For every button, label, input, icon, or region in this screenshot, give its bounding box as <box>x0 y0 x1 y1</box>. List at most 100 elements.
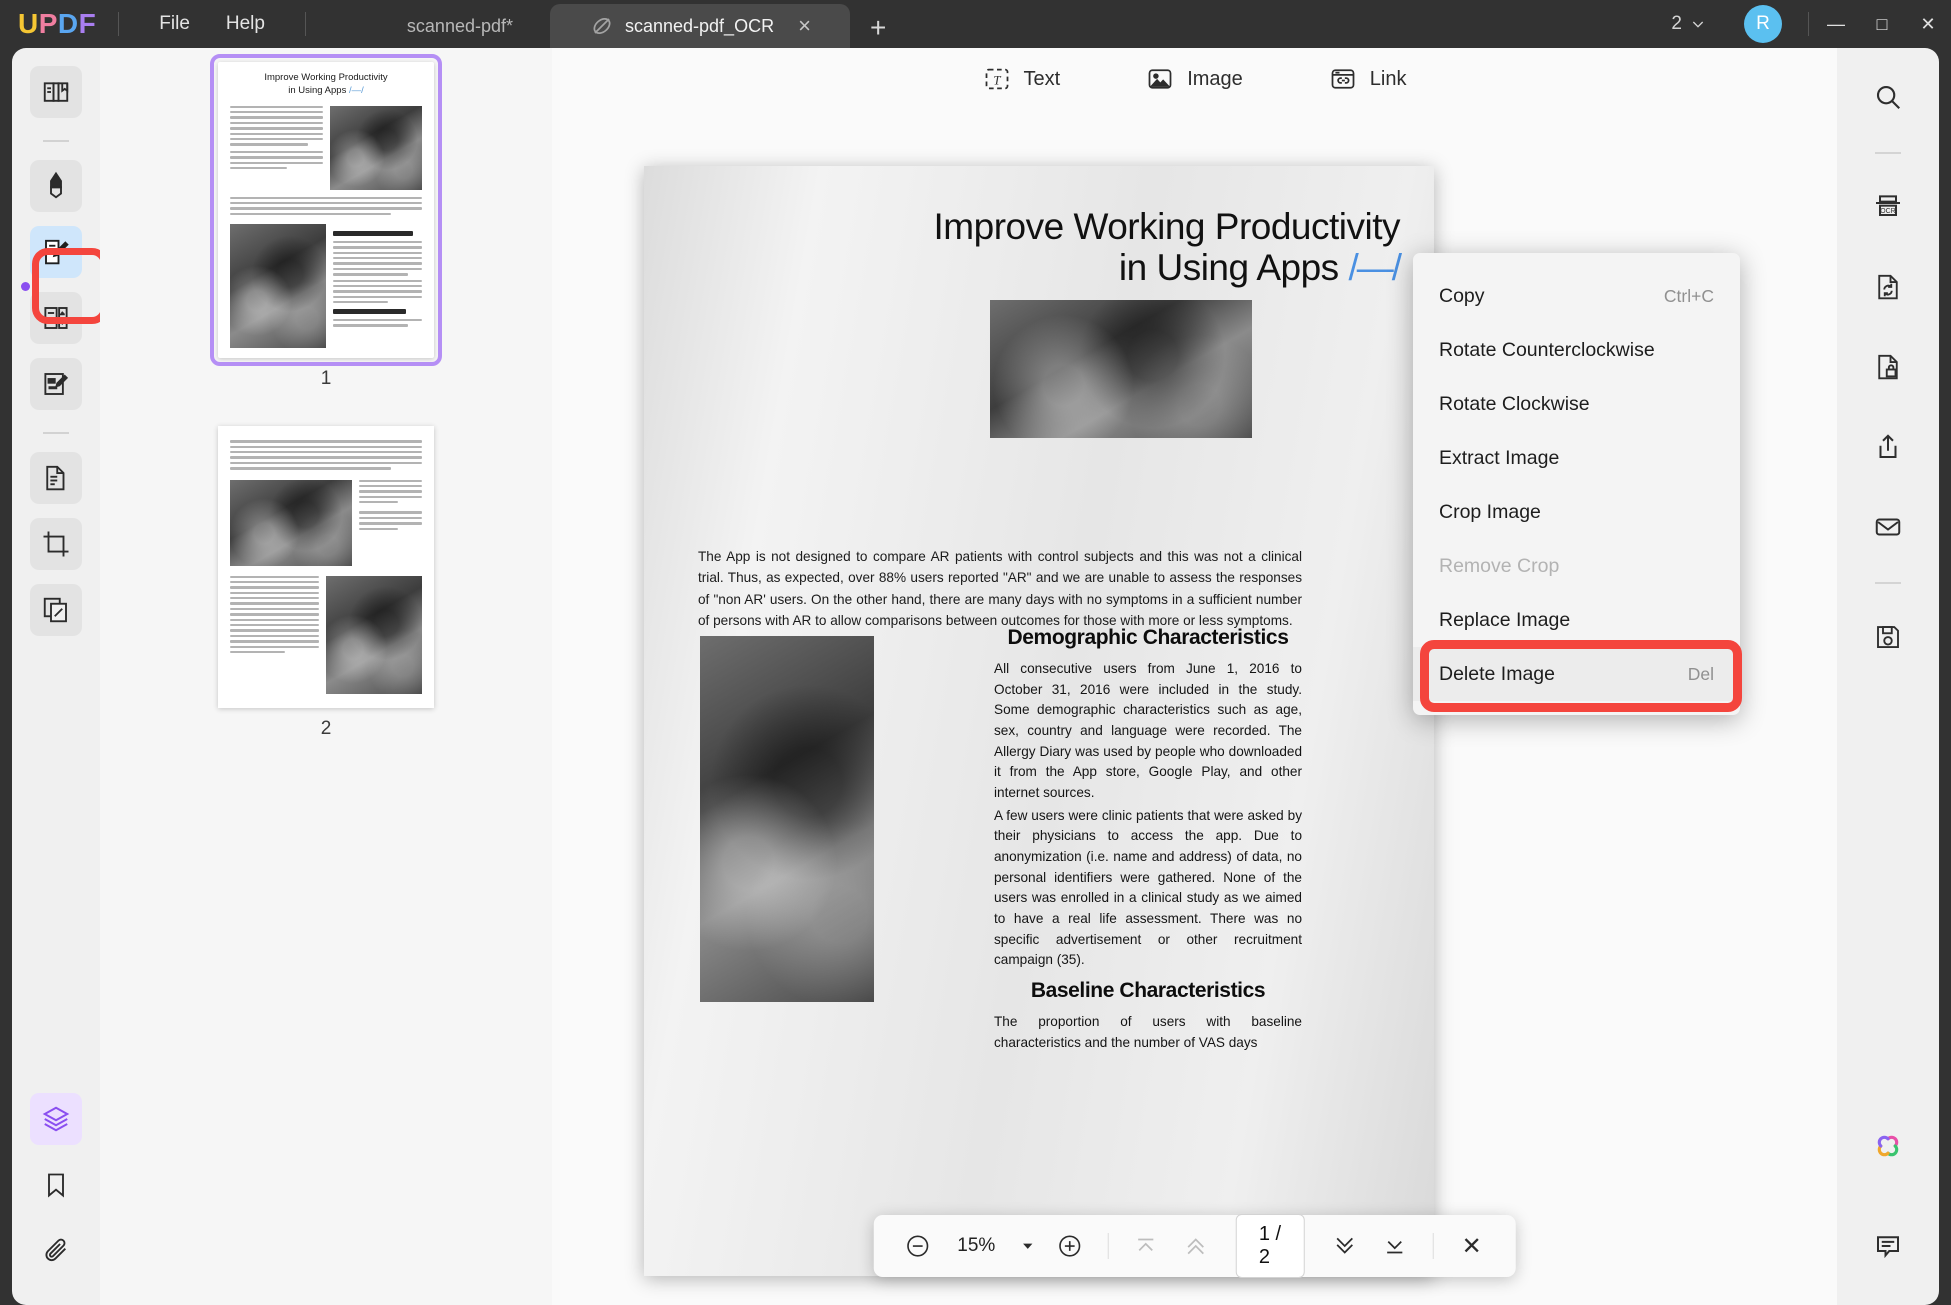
minimize-button[interactable]: — <box>1813 0 1859 48</box>
toolbar-text-label: Text <box>1023 67 1061 90</box>
page-indicator[interactable]: 1 / 2 <box>1235 1214 1306 1278</box>
previous-page-button[interactable] <box>1174 1224 1218 1268</box>
thumb-title-text: in Using Apps <box>288 84 347 96</box>
toolbar-image[interactable]: Image <box>1146 65 1243 93</box>
document-title[interactable]: Improve Working Productivity in Using Ap… <box>700 206 1402 289</box>
ocr-button[interactable]: OCR <box>1861 180 1915 234</box>
email-button[interactable] <box>1861 500 1915 554</box>
ctx-copy[interactable]: Copy Ctrl+C <box>1413 269 1740 323</box>
divider <box>304 12 306 36</box>
thumbnail-page-2[interactable] <box>218 426 434 708</box>
thumb2-paragraph-top <box>230 440 422 470</box>
updf-logo: U P D F <box>18 0 96 48</box>
thumbnail-item[interactable]: 2 <box>100 426 552 775</box>
divider <box>1107 1233 1108 1259</box>
share-upload-icon <box>1873 432 1903 462</box>
thumb2-text-col <box>359 479 422 566</box>
zoom-in-button[interactable] <box>1047 1224 1091 1268</box>
last-page-button[interactable] <box>1373 1224 1417 1268</box>
toolbar-image-label: Image <box>1187 67 1243 90</box>
toolbar-text[interactable]: T Text <box>983 65 1061 93</box>
thumb-paragraph <box>230 196 422 216</box>
zoom-level-value[interactable]: 15% <box>945 1235 1007 1257</box>
ctx-crop-image[interactable]: Crop Image <box>1413 485 1740 539</box>
thumb2-photo-2 <box>326 575 422 694</box>
save-button[interactable] <box>1861 610 1915 664</box>
convert-button[interactable] <box>1861 260 1915 314</box>
title-bar: U P D F File Help scanned-pdf* scanned-p… <box>0 0 1951 48</box>
search-button[interactable] <box>1861 70 1915 124</box>
next-page-button[interactable] <box>1323 1224 1367 1268</box>
search-icon <box>1873 82 1903 112</box>
document-photo-workspace[interactable] <box>700 636 874 1002</box>
first-page-button[interactable] <box>1124 1224 1168 1268</box>
paperclip-icon <box>42 1237 70 1265</box>
ctx-rotate-cw[interactable]: Rotate Clockwise <box>1413 377 1740 431</box>
ctx-delete-image[interactable]: Delete Image Del <box>1413 647 1740 701</box>
sidebar-item-batch[interactable] <box>30 584 82 636</box>
ctx-delete-image-label: Delete Image <box>1439 662 1555 685</box>
ctx-extract-image[interactable]: Extract Image <box>1413 431 1740 485</box>
document-count-label: 2 <box>1671 13 1682 34</box>
sidebar-item-convert[interactable] <box>30 452 82 504</box>
zoom-dropdown[interactable] <box>1013 1224 1041 1268</box>
text-tool-icon: T <box>983 65 1011 93</box>
document-photo-meeting-room[interactable] <box>990 300 1252 438</box>
image-tool-icon <box>1146 65 1174 93</box>
ai-assistant-button[interactable] <box>1861 1119 1915 1173</box>
thumbnail-item[interactable]: Improve Working Productivity in Using Ap… <box>100 53 552 426</box>
sidebar-item-comment[interactable] <box>30 160 82 212</box>
left-toolbar <box>12 48 108 1305</box>
tab-label: scanned-pdf_OCR <box>624 15 775 36</box>
sidebar-item-attachment[interactable] <box>30 1225 82 1277</box>
logo-letter-p: P <box>38 8 58 39</box>
sidebar-item-bookmark[interactable] <box>30 1159 82 1211</box>
ctx-rotate-ccw[interactable]: Rotate Counterclockwise <box>1413 323 1740 377</box>
tab-close-icon[interactable]: × <box>798 13 811 39</box>
menu-file[interactable]: File <box>141 7 208 41</box>
zoom-out-button[interactable] <box>895 1224 939 1268</box>
thumb-title-line2: in Using Apps /—/ <box>230 85 422 98</box>
page-thumbnail-panel[interactable]: Improve Working Productivity in Using Ap… <box>100 48 552 1305</box>
toolbar-link-label: Link <box>1369 67 1407 90</box>
menu-help[interactable]: Help <box>208 7 283 41</box>
thumb-title-line1: Improve Working Productivity <box>264 72 388 83</box>
close-window-button[interactable]: ✕ <box>1905 0 1951 48</box>
divider <box>43 140 69 142</box>
tab-scanned-pdf[interactable]: scanned-pdf* <box>370 4 550 48</box>
logo-letter-f: F <box>78 8 97 39</box>
sidebar-item-layers[interactable] <box>30 1093 82 1145</box>
link-tool-icon <box>1329 65 1357 93</box>
close-toolbar-button[interactable]: ✕ <box>1450 1224 1494 1268</box>
section-heading-demographic: Demographic Characteristics <box>1007 626 1289 649</box>
share-button[interactable] <box>1861 420 1915 474</box>
titlebar-right-group: 2 R — □ ✕ <box>1659 0 1951 48</box>
sidebar-item-fill-sign[interactable] <box>30 358 82 410</box>
divider <box>43 432 69 434</box>
sidebar-item-organize-pages[interactable] <box>30 292 82 344</box>
thumbnail-page-number: 2 <box>320 717 332 739</box>
pdf-page[interactable]: Improve Working Productivity in Using Ap… <box>644 166 1434 1276</box>
stacked-pages-icon <box>41 595 71 625</box>
sidebar-item-reader[interactable] <box>30 66 82 118</box>
thumb-text-col-2 <box>333 224 422 348</box>
document-count-dropdown[interactable]: 2 <box>1659 13 1718 35</box>
ctx-rotate-ccw-label: Rotate Counterclockwise <box>1439 338 1655 361</box>
thumb2-text-col-2 <box>230 575 319 694</box>
bookmark-icon <box>42 1171 70 1199</box>
ctx-replace-image[interactable]: Replace Image <box>1413 593 1740 647</box>
book-reader-icon <box>41 77 71 107</box>
toolbar-link[interactable]: Link <box>1329 65 1407 93</box>
highlighter-pen-icon <box>41 171 71 201</box>
maximize-button[interactable]: □ <box>1859 0 1905 48</box>
ocr-icon: OCR <box>1872 191 1904 223</box>
comment-button[interactable] <box>1861 1219 1915 1273</box>
protect-button[interactable] <box>1861 340 1915 394</box>
tab-scanned-pdf-ocr[interactable]: scanned-pdf_OCR × <box>549 4 850 48</box>
sidebar-item-edit-pdf[interactable] <box>30 226 82 278</box>
image-context-menu[interactable]: Copy Ctrl+C Rotate Counterclockwise Rota… <box>1413 253 1740 715</box>
sidebar-item-crop[interactable] <box>30 518 82 570</box>
new-tab-button[interactable]: + <box>870 12 886 48</box>
thumbnail-page-1[interactable]: Improve Working Productivity in Using Ap… <box>210 53 442 367</box>
avatar[interactable]: R <box>1744 5 1782 43</box>
